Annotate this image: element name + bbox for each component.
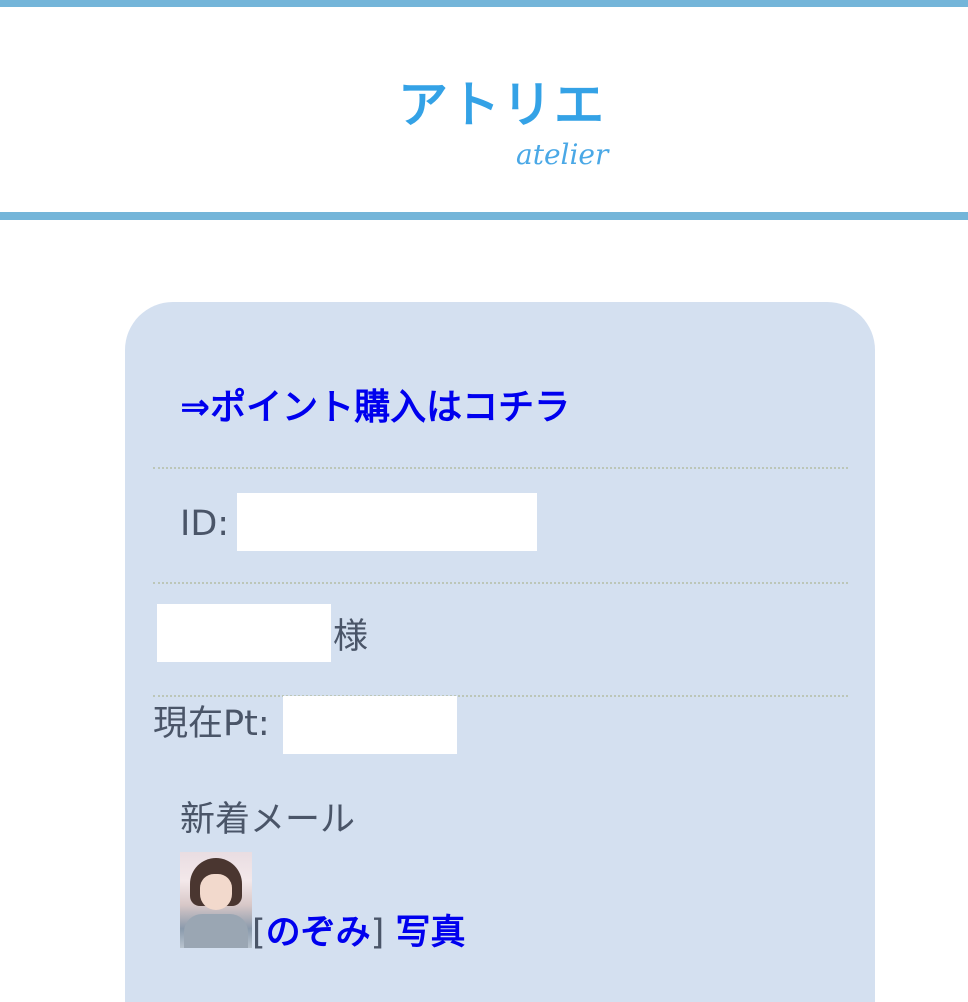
new-mail-heading: 新着メール (180, 800, 356, 840)
site-header: アトリエ atelier (0, 7, 968, 212)
mail-subject-link[interactable]: 写真 (395, 913, 465, 953)
logo-subtitle: atelier (516, 138, 609, 171)
honorific-suffix: 様 (333, 617, 369, 657)
header-divider-bar (0, 212, 968, 220)
mail-sender-link[interactable]: のぞみ (266, 913, 371, 953)
account-panel: ⇒ポイント購入はコチラ ID: 様 現在Pt: 新着メール [のぞみ] 写真 (125, 302, 875, 1002)
id-label: ID: (180, 504, 230, 544)
redacted-points-value (283, 696, 457, 754)
divider (153, 467, 848, 469)
avatar-face (200, 874, 232, 910)
bracket-open: [ (252, 913, 266, 953)
avatar-body (184, 914, 248, 948)
top-accent-bar (0, 0, 968, 7)
site-logo[interactable]: アトリエ atelier (398, 77, 628, 177)
buy-points-link[interactable]: ⇒ポイント購入はコチラ (180, 386, 570, 430)
new-mail-item: [のぞみ] 写真 (252, 908, 465, 958)
bracket-close: ] (370, 913, 385, 953)
divider (153, 582, 848, 584)
redacted-user-name (157, 604, 331, 662)
sender-avatar[interactable] (180, 852, 252, 948)
redacted-id-value (237, 493, 537, 551)
points-label: 現在Pt: (153, 704, 270, 744)
divider (153, 695, 848, 697)
logo-title: アトリエ (398, 76, 606, 134)
